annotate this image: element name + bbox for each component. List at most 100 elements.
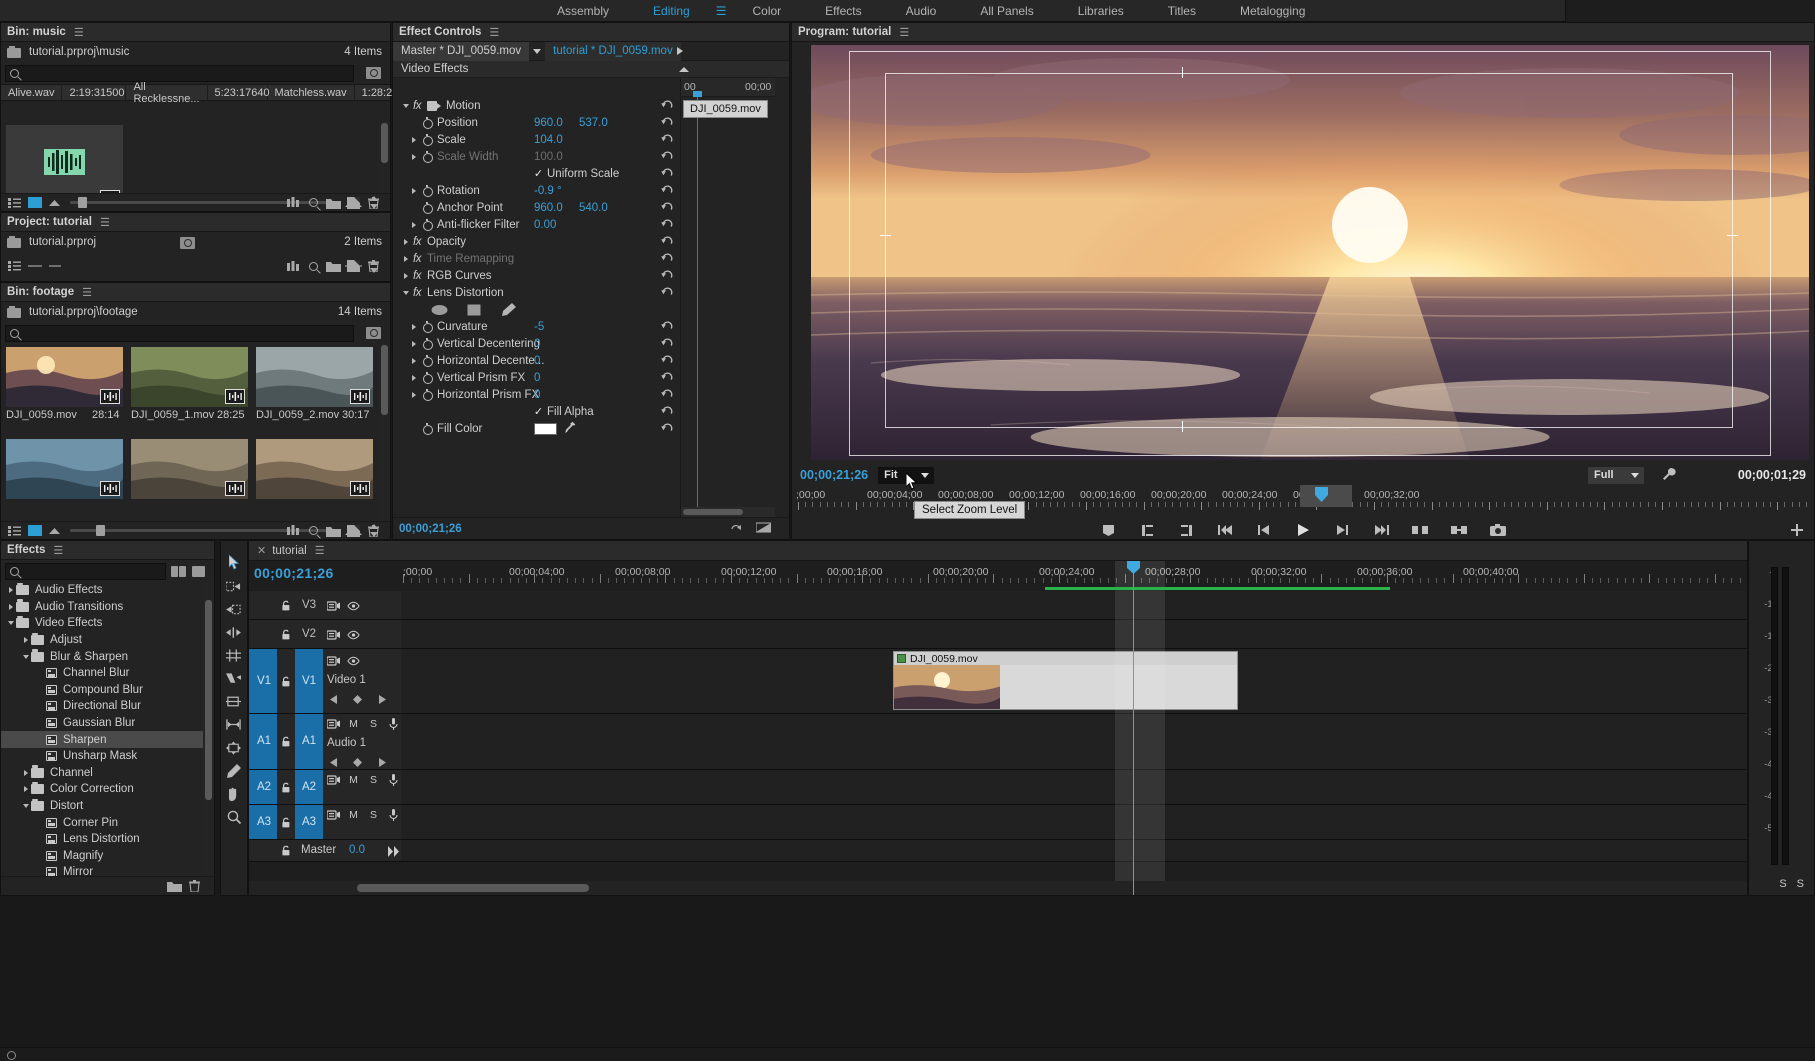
freeform-view-icon[interactable] xyxy=(285,196,302,210)
icon-view-icon[interactable] xyxy=(26,524,43,538)
bin-music-search-box[interactable] xyxy=(5,65,354,82)
mark-in-icon[interactable] xyxy=(1138,522,1156,538)
bin-music-col-duration[interactable]: 2:19:31500 xyxy=(62,84,126,101)
disclosure-triangle-icon[interactable] xyxy=(407,336,421,352)
effect-control-row-curvature[interactable]: Curvature-5 xyxy=(393,318,680,335)
reset-parameter-icon[interactable] xyxy=(661,286,674,299)
disclosure-triangle-icon[interactable] xyxy=(20,781,31,797)
track-lane-v2[interactable] xyxy=(401,620,1747,649)
icon-view-icon[interactable] xyxy=(26,196,43,210)
stopwatch-icon[interactable] xyxy=(421,423,433,435)
new-item-icon[interactable] xyxy=(345,524,362,538)
track-lock-icon[interactable] xyxy=(281,676,291,687)
workspace-tab-all-panels[interactable]: All Panels xyxy=(958,0,1055,22)
bin-music-tab[interactable]: Bin: music ☰ xyxy=(1,23,390,42)
effects-item-sharpen[interactable]: Sharpen xyxy=(1,731,203,748)
track-lock-icon[interactable] xyxy=(281,600,291,611)
zoom-out-thumb-icon[interactable] xyxy=(46,524,63,538)
effect-control-row-rotation[interactable]: Rotation-0.9 ° xyxy=(393,182,680,199)
effect-controls-master-clip[interactable]: Master * DJI_0059.mov xyxy=(393,42,529,61)
stopwatch-icon[interactable] xyxy=(421,202,433,214)
prev-keyframe-icon[interactable] xyxy=(327,693,340,705)
panel-menu-icon[interactable]: ☰ xyxy=(74,26,84,39)
track-solo-icon[interactable]: S xyxy=(367,718,380,730)
transform-tool-icon[interactable] xyxy=(226,740,241,755)
track-header-a1[interactable]: A1A1MSAudio 1 xyxy=(249,714,401,770)
bin-footage-item-cell[interactable] xyxy=(6,439,123,499)
pen-tool-icon[interactable] xyxy=(226,763,241,778)
track-header-a3[interactable]: A3A3MS xyxy=(249,805,401,840)
list-view-icon[interactable] xyxy=(6,524,23,538)
left-handle[interactable] xyxy=(880,235,891,236)
effect-control-row-scale[interactable]: Scale104.0 xyxy=(393,131,680,148)
track-lock-icon[interactable] xyxy=(281,629,291,640)
track-source-indicator[interactable] xyxy=(249,620,277,648)
effects-folder-adjust[interactable]: Adjust xyxy=(1,632,203,649)
effects-item-gaussian-blur[interactable]: Gaussian Blur xyxy=(1,715,203,732)
workspace-tab-editing[interactable]: Editing xyxy=(631,0,712,22)
disclosure-triangle-icon[interactable] xyxy=(407,132,421,148)
workspace-tab-metalogging[interactable]: Metalogging xyxy=(1218,0,1327,22)
bin-footage-find-button[interactable] xyxy=(360,324,386,343)
bin-music-find-button[interactable] xyxy=(360,64,386,83)
reset-parameter-icon[interactable] xyxy=(661,133,674,146)
effect-control-value[interactable]: 0 xyxy=(534,389,540,401)
disclosure-triangle-icon[interactable] xyxy=(399,234,413,250)
effects-item-compound-blur[interactable]: Compound Blur xyxy=(1,682,203,699)
bin-footage-item-cell[interactable] xyxy=(256,347,373,407)
bin-music-col-name[interactable]: Alive.wav xyxy=(1,84,62,101)
bin-footage-search-input[interactable] xyxy=(24,327,349,339)
stopwatch-icon[interactable] xyxy=(421,151,433,163)
bin-footage-item-cell[interactable] xyxy=(6,347,123,407)
disclosure-triangle-icon[interactable] xyxy=(407,353,421,369)
effect-control-value[interactable]: 0 xyxy=(534,355,540,367)
track-lane-a1[interactable] xyxy=(401,714,1747,770)
effect-control-row-position[interactable]: Position960.0537.0 xyxy=(393,114,680,131)
track-mute-icon[interactable]: M xyxy=(347,809,360,821)
master-volume-value[interactable]: 0.0 xyxy=(349,844,365,856)
reset-parameter-icon[interactable] xyxy=(661,252,674,265)
icon-view-icon[interactable] xyxy=(26,259,43,273)
track-voiceover-icon[interactable] xyxy=(387,718,400,730)
workspace-tab-titles[interactable]: Titles xyxy=(1146,0,1218,22)
razor-tool-icon[interactable] xyxy=(226,671,241,686)
effects-folder-channel[interactable]: Channel xyxy=(1,765,203,782)
track-header-v3[interactable]: V3 xyxy=(249,591,401,620)
panel-menu-icon[interactable]: ☰ xyxy=(489,26,499,39)
rectangle-mask-icon[interactable] xyxy=(464,302,484,317)
find-icon[interactable] xyxy=(305,196,322,210)
disclosure-triangle-icon[interactable] xyxy=(20,632,31,648)
reset-parameter-icon[interactable] xyxy=(661,184,674,197)
track-header-v2[interactable]: V2 xyxy=(249,620,401,649)
find-icon[interactable] xyxy=(305,524,322,538)
add-marker-icon[interactable] xyxy=(1099,522,1117,538)
reset-parameter-icon[interactable] xyxy=(661,167,674,180)
new-bin-icon[interactable] xyxy=(325,259,342,273)
play-pause-icon[interactable] xyxy=(1294,522,1312,538)
add-keyframe-icon[interactable] xyxy=(351,693,364,705)
track-select-forward-icon[interactable] xyxy=(226,579,241,594)
settings-wrench-icon[interactable] xyxy=(1662,467,1676,484)
bin-music-col-name[interactable]: All Recklessne... xyxy=(126,84,207,101)
mark-out-icon[interactable] xyxy=(1177,522,1195,538)
effect-control-value[interactable]: 100.0 xyxy=(534,151,563,163)
disclosure-triangle-icon[interactable] xyxy=(20,649,31,665)
new-custom-bin-icon[interactable] xyxy=(166,879,183,893)
reset-parameter-icon[interactable] xyxy=(661,371,674,384)
track-lane-a3[interactable] xyxy=(401,805,1747,840)
ripple-edit-icon[interactable] xyxy=(226,602,241,617)
rate-stretch-icon[interactable] xyxy=(226,648,241,663)
reset-parameter-icon[interactable] xyxy=(661,269,674,282)
bin-music-search-input[interactable] xyxy=(24,67,349,79)
accelerated-effects-icon[interactable] xyxy=(170,564,187,578)
disclosure-triangle-icon[interactable] xyxy=(399,268,413,284)
find-icon[interactable] xyxy=(305,259,322,273)
resolution-dropdown[interactable]: Full xyxy=(1588,467,1644,484)
project-find-button[interactable] xyxy=(174,233,200,252)
track-lane-master[interactable] xyxy=(401,840,1747,862)
effect-control-value[interactable]: 537.0 xyxy=(579,117,608,129)
rolling-edit-icon[interactable] xyxy=(226,625,241,640)
disclosure-triangle-icon[interactable] xyxy=(399,285,413,301)
reset-parameter-icon[interactable] xyxy=(661,116,674,129)
track-lock-icon[interactable] xyxy=(281,845,291,856)
